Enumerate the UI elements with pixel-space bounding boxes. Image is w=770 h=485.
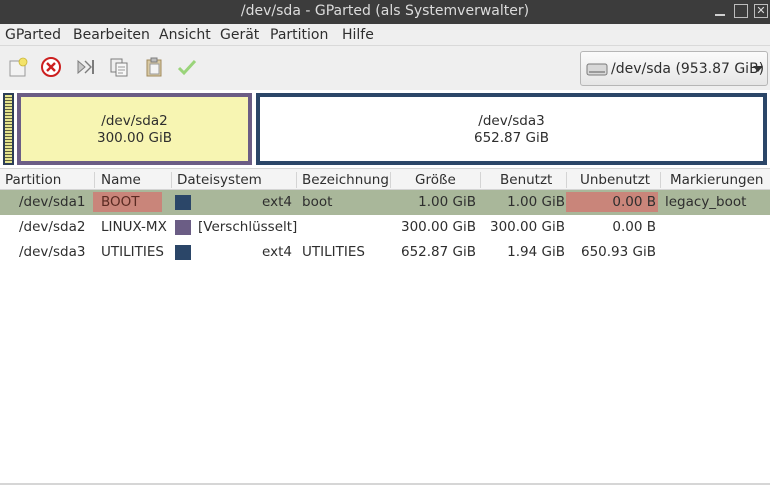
- cell-used: 1.94 GiB: [507, 244, 565, 260]
- cell-filesystem: ext4: [262, 244, 292, 260]
- cell-filesystem: [Verschlüsselt]: [198, 219, 298, 235]
- column-header-name[interactable]: Name: [101, 172, 141, 188]
- partition-graph: /dev/sda2 300.00 GiB /dev/sda3 652.87 Gi…: [0, 90, 770, 168]
- table-row[interactable]: /dev/sda3 UTILITIES ext4 UTILITIES 652.8…: [0, 240, 770, 265]
- cell-filesystem: ext4: [262, 194, 292, 210]
- cell-label: UTILITIES: [302, 244, 365, 260]
- cell-size: 1.00 GiB: [418, 194, 476, 210]
- delete-icon[interactable]: [40, 56, 62, 78]
- cell-size: 652.87 GiB: [400, 244, 476, 260]
- minimize-icon[interactable]: [713, 4, 727, 18]
- partition-block-sda3[interactable]: /dev/sda3 652.87 GiB: [256, 93, 767, 165]
- column-separator: [171, 172, 172, 188]
- window-title: /dev/sda - GParted (als Systemverwalter): [240, 3, 530, 19]
- device-selector[interactable]: /dev/sda (953.87 GiB): [580, 51, 768, 86]
- device-name: /dev/sda: [611, 61, 671, 77]
- column-header-partition[interactable]: Partition: [5, 172, 61, 188]
- harddisk-icon: [586, 63, 608, 76]
- filesystem-color-swatch: [175, 195, 191, 210]
- cell-partition: /dev/sda1: [19, 194, 86, 210]
- column-separator: [390, 172, 391, 188]
- column-header-unused[interactable]: Unbenutzt: [580, 172, 650, 188]
- column-separator: [296, 172, 297, 188]
- menu-partition[interactable]: Partition: [270, 27, 328, 43]
- cell-name: LINUX-MX: [101, 219, 167, 235]
- column-header-used[interactable]: Benutzt: [500, 172, 552, 188]
- partition-block-size: 300.00 GiB: [96, 130, 172, 146]
- copy-icon[interactable]: [108, 56, 130, 78]
- cell-unused: 0.00 B: [612, 194, 656, 210]
- partition-block-size: 652.87 GiB: [473, 130, 549, 146]
- cell-partition: /dev/sda2: [19, 219, 86, 235]
- column-separator: [94, 172, 95, 188]
- cell-size: 300.00 GiB: [400, 219, 476, 235]
- cell-unused: 0.00 B: [612, 219, 656, 235]
- cell-unused: 650.93 GiB: [580, 244, 656, 260]
- filesystem-color-swatch: [175, 220, 191, 235]
- menu-gparted[interactable]: GParted: [5, 27, 61, 43]
- partition-block-name: /dev/sda3: [478, 113, 545, 129]
- cell-flags: legacy_boot: [665, 194, 747, 210]
- close-icon[interactable]: ✕: [754, 4, 768, 18]
- menu-hilfe[interactable]: Hilfe: [342, 27, 374, 43]
- column-header-filesystem[interactable]: Dateisystem: [177, 172, 262, 188]
- menu-bar: GParted Bearbeiten Ansicht Gerät Partiti…: [0, 24, 770, 46]
- menu-bearbeiten[interactable]: Bearbeiten: [73, 27, 150, 43]
- menu-ansicht[interactable]: Ansicht: [159, 27, 211, 43]
- cell-name: BOOT: [101, 194, 140, 210]
- column-header-flags[interactable]: Markierungen: [670, 172, 763, 188]
- partition-block-sda1[interactable]: [3, 93, 14, 165]
- column-separator: [660, 172, 661, 188]
- cell-label: boot: [302, 194, 333, 210]
- cell-used: 300.00 GiB: [489, 219, 565, 235]
- paste-icon[interactable]: [143, 56, 165, 78]
- partition-block-name: /dev/sda2: [101, 113, 168, 129]
- title-bar: /dev/sda - GParted (als Systemverwalter)…: [0, 0, 770, 24]
- new-partition-icon[interactable]: [7, 56, 29, 78]
- column-separator: [480, 172, 481, 188]
- apply-icon[interactable]: [176, 56, 198, 78]
- maximize-icon[interactable]: [734, 4, 748, 18]
- menu-geraet[interactable]: Gerät: [220, 27, 259, 43]
- table-row[interactable]: /dev/sda2 LINUX-MX [Verschlüsselt] 300.0…: [0, 215, 770, 240]
- partition-table: Partition Name Dateisystem Bezeichnung G…: [0, 168, 770, 484]
- column-separator: [566, 172, 567, 188]
- column-header-size[interactable]: Größe: [415, 172, 456, 188]
- cell-partition: /dev/sda3: [19, 244, 86, 260]
- device-size: (953.87 GiB): [675, 61, 765, 77]
- filesystem-color-swatch: [175, 245, 191, 260]
- resize-move-icon[interactable]: [74, 56, 96, 78]
- table-row[interactable]: /dev/sda1 BOOT ext4 boot 1.00 GiB 1.00 G…: [0, 190, 770, 215]
- cell-name: UTILITIES: [101, 244, 164, 260]
- chevron-down-icon: [753, 66, 763, 72]
- partition-block-sda2[interactable]: /dev/sda2 300.00 GiB: [17, 93, 252, 165]
- column-header-label[interactable]: Bezeichnung: [302, 172, 389, 188]
- cell-used: 1.00 GiB: [507, 194, 565, 210]
- table-header: Partition Name Dateisystem Bezeichnung G…: [0, 168, 770, 190]
